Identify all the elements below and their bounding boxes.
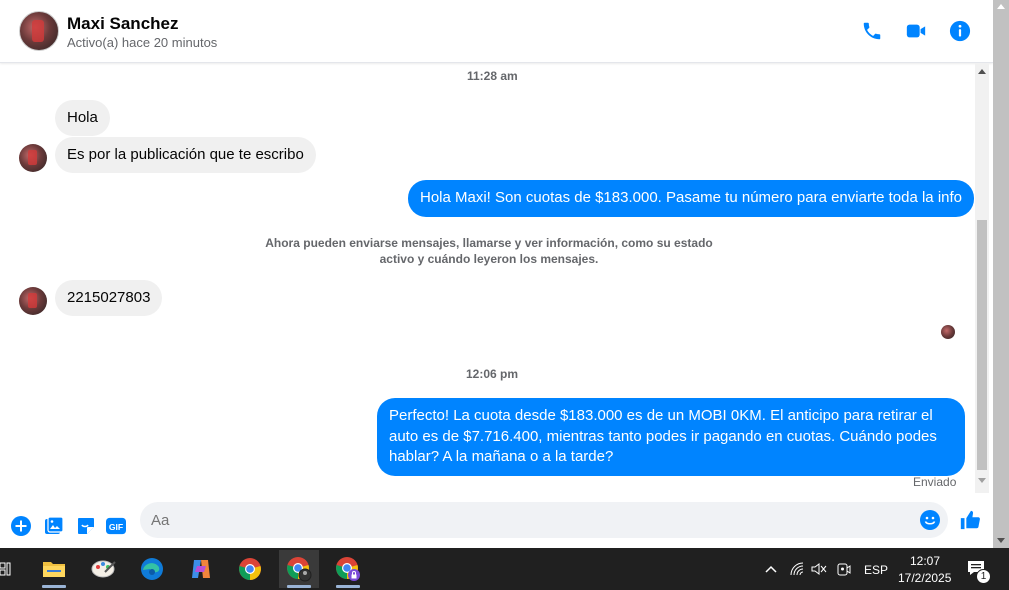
outgoing-message[interactable]: Perfecto! La cuota desde $183.000 es de … (377, 398, 965, 476)
avatar[interactable] (19, 11, 59, 51)
meet-now-icon[interactable] (837, 561, 851, 577)
page-scroll-down-arrow-icon[interactable] (997, 538, 1005, 543)
chrome-locked-profile-icon[interactable] (328, 550, 368, 588)
phone-icon[interactable] (861, 20, 883, 42)
page-scrollbar[interactable] (993, 0, 1009, 548)
scroll-up-arrow-icon[interactable] (978, 69, 986, 74)
message-list: 11:28 am Hola Es por la publicación que … (0, 63, 975, 493)
wifi-icon[interactable] (790, 562, 804, 576)
plus-icon[interactable] (11, 516, 31, 536)
gif-icon[interactable]: GIF (106, 516, 126, 536)
like-icon[interactable] (959, 509, 981, 531)
copilot-icon[interactable] (181, 550, 221, 588)
photo-icon[interactable] (44, 516, 64, 536)
clock-time[interactable]: 12:07 (910, 554, 940, 568)
privacy-notice: Ahora pueden enviarse mensajes, llamarse… (265, 236, 713, 266)
sticker-icon[interactable] (76, 516, 96, 536)
timestamp: 12:06 pm (466, 367, 519, 381)
edge-icon[interactable] (132, 550, 172, 588)
chat-window: Maxi Sanchez Activo(a) hace 20 minutos 1… (0, 0, 993, 548)
message-scrollbar[interactable] (975, 63, 989, 493)
taskbar: ESP 12:07 17/2/2025 1 (0, 548, 1009, 590)
scroll-thumb[interactable] (977, 220, 987, 470)
notification-count-badge: 1 (976, 569, 991, 584)
contact-name[interactable]: Maxi Sanchez (67, 14, 179, 34)
incoming-message[interactable]: 2215027803 (55, 280, 163, 316)
emoji-icon[interactable] (920, 510, 940, 530)
paint-app-icon[interactable] (84, 550, 124, 588)
volume-muted-icon[interactable] (811, 562, 827, 576)
task-view-icon[interactable] (0, 562, 12, 576)
info-icon[interactable] (949, 20, 971, 42)
incoming-message[interactable]: Es por la publicación que te escribo (55, 137, 316, 173)
chrome-profile-icon[interactable] (279, 550, 319, 588)
avatar[interactable] (19, 287, 47, 315)
clock-date[interactable]: 17/2/2025 (898, 571, 951, 585)
svg-text:GIF: GIF (109, 522, 123, 532)
chevron-up-icon[interactable] (765, 564, 777, 574)
message-input[interactable] (140, 502, 948, 538)
read-receipt-avatar (941, 325, 955, 339)
incoming-message[interactable]: Hola (55, 100, 110, 136)
timestamp: 11:28 am (467, 69, 518, 83)
video-call-icon[interactable] (905, 20, 927, 42)
chrome-icon[interactable] (230, 550, 270, 588)
avatar[interactable] (19, 144, 47, 172)
page-scroll-up-arrow-icon[interactable] (997, 4, 1005, 9)
file-explorer-icon[interactable] (34, 550, 74, 588)
scroll-down-arrow-icon[interactable] (978, 478, 986, 483)
outgoing-message[interactable]: Hola Maxi! Son cuotas de $183.000. Pasam… (408, 180, 974, 217)
language-indicator[interactable]: ESP (864, 563, 888, 577)
chat-header: Maxi Sanchez Activo(a) hace 20 minutos (0, 0, 993, 63)
sent-status: Enviado (913, 475, 957, 489)
contact-status: Activo(a) hace 20 minutos (67, 35, 218, 50)
